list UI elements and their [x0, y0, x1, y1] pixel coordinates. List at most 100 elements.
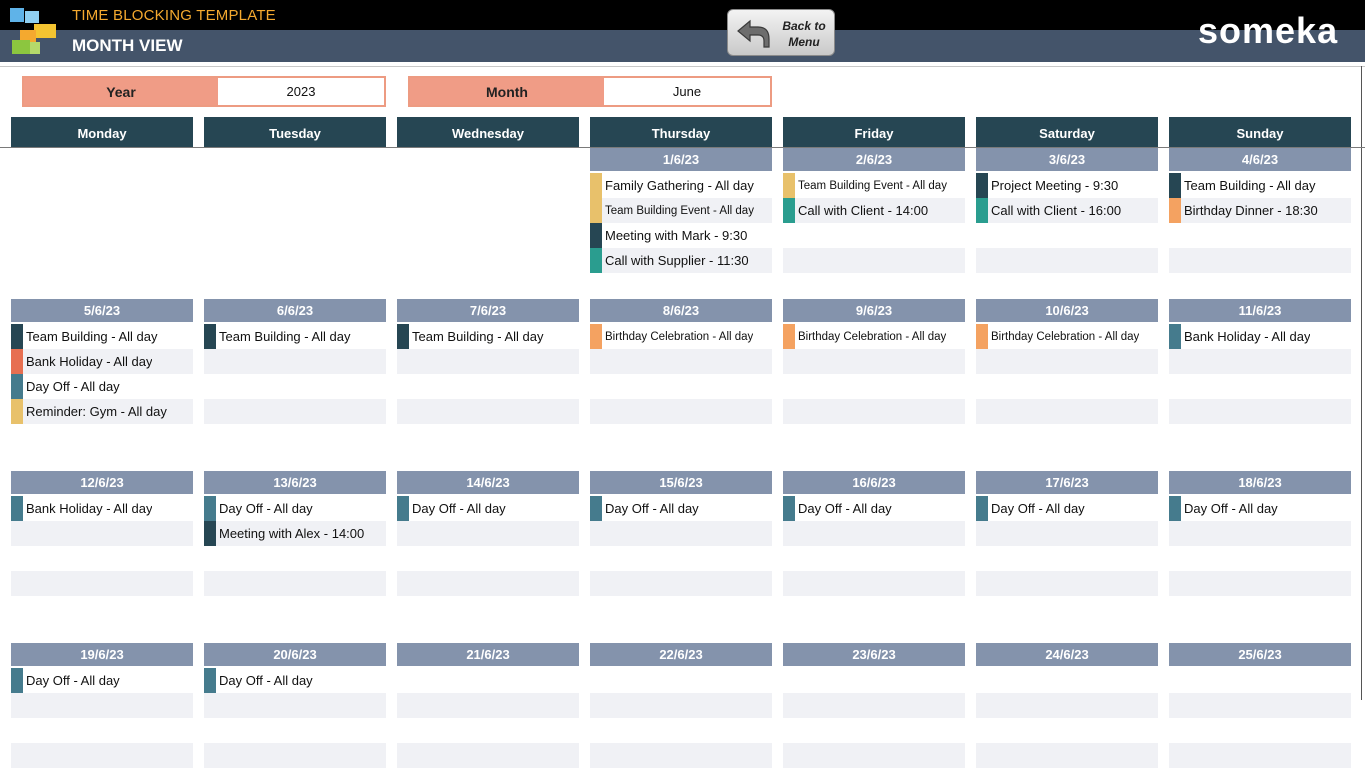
event-slot[interactable]: Project Meeting - 9:30	[976, 173, 1158, 198]
event-slot[interactable]	[976, 718, 1158, 743]
event-slot[interactable]: Team Building - All day	[204, 324, 386, 349]
event-slot[interactable]	[976, 668, 1158, 693]
event-slot[interactable]: Family Gathering - All day	[590, 173, 772, 198]
event-item[interactable]: Day Off - All day	[204, 668, 386, 693]
day-cell[interactable]: 1/6/23 Family Gathering - All day Team Bui…	[590, 148, 772, 273]
day-cell[interactable]: 23/6/23	[783, 643, 965, 768]
event-slot[interactable]: Day Off - All day	[397, 496, 579, 521]
event-slot[interactable]	[783, 399, 965, 424]
event-item[interactable]: Bank Holiday - All day	[1169, 324, 1351, 349]
event-slot[interactable]	[590, 374, 772, 399]
event-slot[interactable]: Meeting with Mark - 9:30	[590, 223, 772, 248]
event-slot[interactable]	[590, 743, 772, 768]
event-item[interactable]: Day Off - All day	[11, 374, 193, 399]
event-slot[interactable]: Day Off - All day	[204, 496, 386, 521]
event-slot[interactable]	[783, 374, 965, 399]
event-slot[interactable]: Team Building Event - All day	[783, 173, 965, 198]
event-slot[interactable]	[1169, 693, 1351, 718]
event-slot[interactable]	[976, 399, 1158, 424]
event-slot[interactable]	[976, 521, 1158, 546]
event-item[interactable]: Day Off - All day	[783, 496, 965, 521]
event-item[interactable]: Birthday Dinner - 18:30	[1169, 198, 1351, 223]
day-cell[interactable]: 18/6/23 Day Off - All day	[1169, 471, 1351, 596]
event-slot[interactable]: Day Off - All day	[976, 496, 1158, 521]
event-slot[interactable]	[397, 693, 579, 718]
event-slot[interactable]	[590, 668, 772, 693]
event-slot[interactable]	[1169, 668, 1351, 693]
event-slot[interactable]	[783, 743, 965, 768]
event-slot[interactable]	[590, 399, 772, 424]
day-cell[interactable]: 10/6/23 Birthday Celebration - All day	[976, 299, 1158, 424]
event-item[interactable]: Team Building Event - All day	[783, 173, 965, 198]
event-slot[interactable]: Day Off - All day	[11, 374, 193, 399]
event-slot[interactable]	[976, 349, 1158, 374]
event-slot[interactable]	[590, 521, 772, 546]
month-selector[interactable]: Month June	[408, 76, 772, 107]
event-item[interactable]: Call with Supplier - 11:30	[590, 248, 772, 273]
event-slot[interactable]	[204, 399, 386, 424]
event-item[interactable]: Team Building - All day	[397, 324, 579, 349]
event-slot[interactable]	[11, 693, 193, 718]
event-slot[interactable]	[783, 223, 965, 248]
event-slot[interactable]	[1169, 248, 1351, 273]
event-slot[interactable]: Birthday Celebration - All day	[976, 324, 1158, 349]
event-item[interactable]: Day Off - All day	[11, 668, 193, 693]
day-cell[interactable]: 16/6/23 Day Off - All day	[783, 471, 965, 596]
event-slot[interactable]	[397, 374, 579, 399]
event-slot[interactable]	[1169, 718, 1351, 743]
event-slot[interactable]: Meeting with Alex - 14:00	[204, 521, 386, 546]
event-slot[interactable]	[11, 546, 193, 571]
event-item[interactable]: Bank Holiday - All day	[11, 349, 193, 374]
event-slot[interactable]	[204, 693, 386, 718]
event-item[interactable]: Team Building - All day	[1169, 173, 1351, 198]
event-slot[interactable]	[590, 693, 772, 718]
event-slot[interactable]	[590, 546, 772, 571]
event-slot[interactable]: Birthday Celebration - All day	[590, 324, 772, 349]
event-item[interactable]: Day Off - All day	[590, 496, 772, 521]
event-slot[interactable]	[397, 571, 579, 596]
event-slot[interactable]	[11, 718, 193, 743]
day-cell[interactable]: 11/6/23 Bank Holiday - All day	[1169, 299, 1351, 424]
day-cell[interactable]: 7/6/23 Team Building - All day	[397, 299, 579, 424]
day-cell[interactable]: 15/6/23 Day Off - All day	[590, 471, 772, 596]
day-cell[interactable]: 2/6/23 Team Building Event - All day Call …	[783, 148, 965, 273]
event-item[interactable]: Birthday Celebration - All day	[976, 324, 1158, 349]
event-slot[interactable]: Call with Client - 14:00	[783, 198, 965, 223]
event-slot[interactable]	[11, 743, 193, 768]
event-slot[interactable]	[397, 668, 579, 693]
event-slot[interactable]	[11, 571, 193, 596]
event-item[interactable]: Team Building Event - All day	[590, 198, 772, 223]
event-item[interactable]: Meeting with Mark - 9:30	[590, 223, 772, 248]
event-slot[interactable]: Call with Client - 16:00	[976, 198, 1158, 223]
day-cell[interactable]: 4/6/23 Team Building - All day Birthday Di…	[1169, 148, 1351, 273]
event-slot[interactable]	[976, 693, 1158, 718]
day-cell[interactable]: 9/6/23 Birthday Celebration - All day	[783, 299, 965, 424]
event-slot[interactable]	[204, 571, 386, 596]
event-slot[interactable]	[783, 248, 965, 273]
event-slot[interactable]	[783, 349, 965, 374]
event-item[interactable]: Meeting with Alex - 14:00	[204, 521, 386, 546]
day-cell[interactable]: 24/6/23	[976, 643, 1158, 768]
day-cell[interactable]: 6/6/23 Team Building - All day	[204, 299, 386, 424]
event-slot[interactable]	[783, 693, 965, 718]
event-item[interactable]: Bank Holiday - All day	[11, 496, 193, 521]
event-slot[interactable]: Call with Supplier - 11:30	[590, 248, 772, 273]
event-slot[interactable]	[397, 521, 579, 546]
event-slot[interactable]	[590, 718, 772, 743]
event-slot[interactable]	[1169, 374, 1351, 399]
event-slot[interactable]: Bank Holiday - All day	[11, 496, 193, 521]
event-slot[interactable]: Day Off - All day	[11, 668, 193, 693]
event-item[interactable]: Day Off - All day	[1169, 496, 1351, 521]
year-value[interactable]: 2023	[218, 78, 384, 105]
event-slot[interactable]	[976, 248, 1158, 273]
day-cell[interactable]: 8/6/23 Birthday Celebration - All day	[590, 299, 772, 424]
event-slot[interactable]: Team Building Event - All day	[590, 198, 772, 223]
event-slot[interactable]: Team Building - All day	[11, 324, 193, 349]
event-item[interactable]: Family Gathering - All day	[590, 173, 772, 198]
event-slot[interactable]	[1169, 743, 1351, 768]
event-slot[interactable]	[397, 349, 579, 374]
event-item[interactable]: Call with Client - 14:00	[783, 198, 965, 223]
event-slot[interactable]: Team Building - All day	[397, 324, 579, 349]
day-cell[interactable]: 22/6/23	[590, 643, 772, 768]
event-item[interactable]: Team Building - All day	[11, 324, 193, 349]
